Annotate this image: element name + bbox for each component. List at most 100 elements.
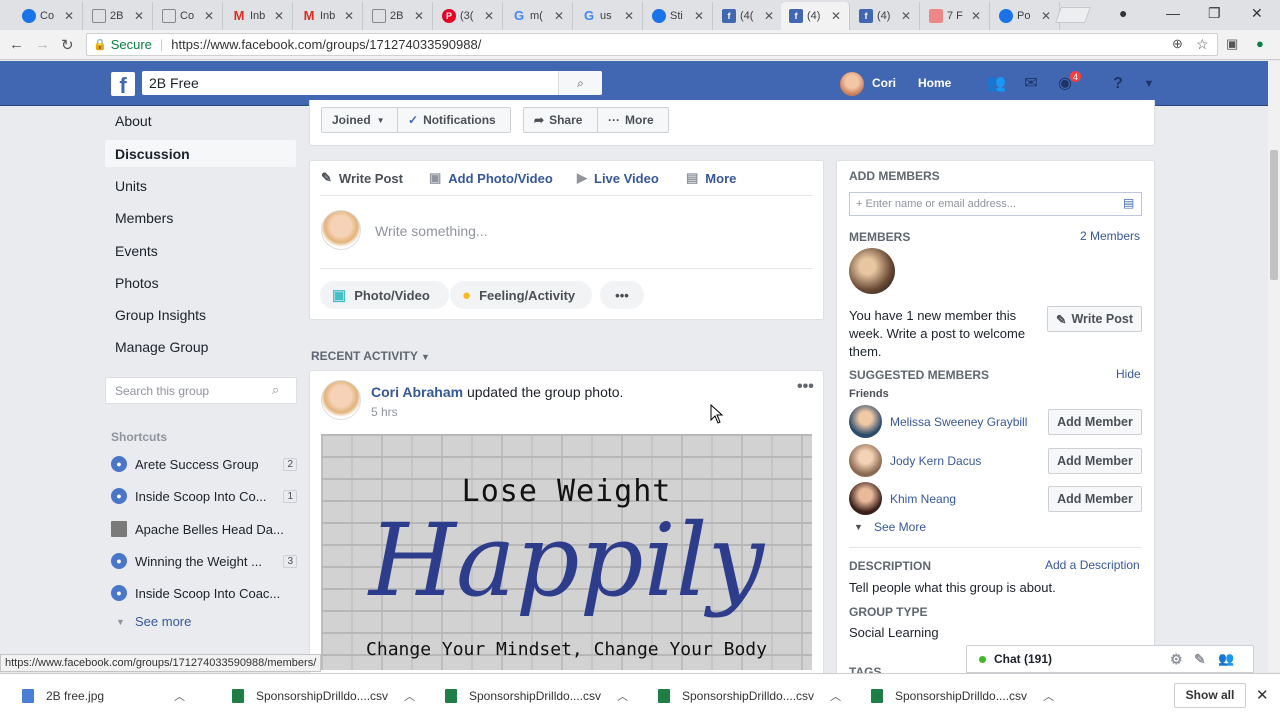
bookmark-star-icon[interactable]: ☆ <box>1196 36 1209 53</box>
home-link[interactable]: Home <box>918 76 951 90</box>
browser-tab[interactable]: Gm(✕ <box>504 2 573 30</box>
maximize-icon[interactable]: ❐ <box>1208 5 1221 22</box>
close-icon[interactable]: ✕ <box>1256 686 1269 704</box>
avatar[interactable] <box>849 405 882 438</box>
shortcut-item[interactable]: Apache Belles Head Da... <box>111 520 297 538</box>
close-icon[interactable]: ✕ <box>204 9 218 23</box>
show-all-downloads-button[interactable]: Show all <box>1174 683 1246 708</box>
browser-tab[interactable]: P (3(✕ <box>434 2 503 30</box>
nav-discussion[interactable]: Discussion <box>115 146 190 162</box>
close-icon[interactable]: ✕ <box>344 9 358 23</box>
nav-members[interactable]: Members <box>115 210 173 226</box>
download-item[interactable]: 2B free.jpg ︿ <box>22 688 185 704</box>
avatar[interactable] <box>849 482 882 515</box>
scrollbar-thumb[interactable] <box>1270 150 1278 280</box>
shortcut-item[interactable]: ● Inside Scoop Into Co... 1 <box>111 487 297 505</box>
avatar[interactable] <box>321 380 361 420</box>
nav-manage-group[interactable]: Manage Group <box>115 339 208 355</box>
profile-icon[interactable]: ● <box>1119 5 1127 21</box>
close-icon[interactable]: ✕ <box>764 9 778 23</box>
nav-photos[interactable]: Photos <box>115 275 159 291</box>
close-icon[interactable]: ✕ <box>484 9 498 23</box>
suggested-member-name[interactable]: Melissa Sweeney Graybill <box>890 415 1027 429</box>
nav-group-insights[interactable]: Group Insights <box>115 307 206 323</box>
post-options-icon[interactable]: ••• <box>797 378 814 396</box>
browser-tab[interactable]: M Inb ✕ <box>294 2 363 30</box>
share-button[interactable]: ➦ Share <box>523 107 598 133</box>
browser-tab[interactable]: M Inb ✕ <box>224 2 293 30</box>
download-item[interactable]: SponsorshipDrilldo....csv ︿ <box>232 688 415 704</box>
hide-link[interactable]: Hide <box>1116 367 1141 381</box>
browser-tab[interactable]: Sti ✕ <box>644 2 713 30</box>
facebook-logo-icon[interactable]: f <box>111 72 135 96</box>
browser-tab[interactable]: 2B ✕ <box>364 2 433 30</box>
compose-input[interactable]: Write something... <box>375 223 488 239</box>
members-count-link[interactable]: 2 Members <box>1080 229 1140 243</box>
help-icon[interactable]: ? <box>1107 73 1129 95</box>
member-avatar[interactable] <box>849 248 895 294</box>
fb-search-input[interactable]: 2B Free <box>142 71 602 95</box>
group-cover-photo[interactable]: Lose Weight Happily Change Your Mindset,… <box>321 434 812 670</box>
nav-events[interactable]: Events <box>115 243 158 259</box>
add-member-button[interactable]: Add Member <box>1048 448 1142 474</box>
account-menu-chevron-icon[interactable]: ▼ <box>1138 73 1160 95</box>
browser-tab[interactable]: Gus ✕ <box>574 2 643 30</box>
close-icon[interactable]: ✕ <box>274 9 288 23</box>
browser-tab[interactable]: f (4) ✕ <box>851 2 920 30</box>
create-group-icon[interactable]: 👥 <box>1218 651 1234 667</box>
close-icon[interactable]: ✕ <box>694 9 708 23</box>
chevron-up-icon[interactable]: ︿ <box>404 688 415 704</box>
download-item[interactable]: SponsorshipDrilldo....csv ︿ <box>871 688 1054 704</box>
add-member-button[interactable]: Add Member <box>1048 486 1142 512</box>
close-icon[interactable]: ✕ <box>971 9 985 23</box>
url-bar[interactable]: 🔒 Secure | https://www.facebook.com/grou… <box>86 33 1218 56</box>
nav-units[interactable]: Units <box>115 178 147 194</box>
add-description-link[interactable]: Add a Description <box>1045 558 1140 572</box>
close-icon[interactable]: ✕ <box>901 9 915 23</box>
chevron-up-icon[interactable]: ︿ <box>830 688 841 704</box>
write-post-button[interactable]: ✎ Write Post <box>1047 306 1142 332</box>
close-icon[interactable]: ✕ <box>624 9 638 23</box>
search-icon[interactable]: ⌕ <box>272 382 279 398</box>
live-video-tab[interactable]: ▶ Live Video <box>577 170 659 186</box>
shortcut-item[interactable]: ● Inside Scoop Into Coac... <box>111 584 297 602</box>
nav-about[interactable]: About <box>115 113 152 129</box>
browser-tab[interactable]: f (4(✕ <box>714 2 783 30</box>
more-button[interactable]: ··· More <box>597 107 669 133</box>
browser-tab[interactable]: Co ✕ <box>14 2 83 30</box>
browser-tab[interactable]: Co ✕ <box>154 2 223 30</box>
add-photo-video-tab[interactable]: ▣ Add Photo/Video <box>429 170 553 186</box>
chevron-up-icon[interactable]: ︿ <box>174 688 185 704</box>
chat-bar[interactable]: Chat (191) ⚙ ✎ 👥 <box>966 645 1254 673</box>
forward-icon[interactable]: → <box>35 36 50 53</box>
suggested-member-name[interactable]: Khim Neang <box>890 492 956 506</box>
extension-icon[interactable]: ▣ <box>1226 36 1238 52</box>
close-icon[interactable]: ✕ <box>554 9 568 23</box>
new-tab-button[interactable] <box>1055 7 1091 23</box>
messenger-icon[interactable]: ✉ <box>1020 73 1042 95</box>
see-more-link[interactable]: See more <box>135 614 191 629</box>
more-options-button[interactable]: ••• <box>600 281 644 309</box>
compose-icon[interactable]: ✎ <box>1194 651 1206 668</box>
avatar[interactable] <box>849 444 882 477</box>
browser-tab[interactable]: 7 F ✕ <box>921 2 990 30</box>
browser-tab-active[interactable]: f (4) ✕ <box>781 2 850 30</box>
close-icon[interactable]: ✕ <box>64 9 78 23</box>
address-book-icon[interactable]: ▤ <box>1123 196 1134 210</box>
chevron-up-icon[interactable]: ︿ <box>1043 688 1054 704</box>
zoom-icon[interactable]: ⊕ <box>1172 36 1183 52</box>
notifications-button[interactable]: ✓ Notifications <box>397 107 511 133</box>
feeling-activity-button[interactable]: ● Feeling/Activity <box>450 281 592 309</box>
shortcut-item[interactable]: ● Arete Success Group 2 <box>111 455 297 473</box>
reload-icon[interactable]: ↻ <box>61 36 74 54</box>
photo-video-button[interactable]: ▣ Photo/Video <box>320 281 449 309</box>
group-search-input[interactable]: Search this group <box>105 377 297 404</box>
avatar[interactable] <box>840 72 864 96</box>
back-icon[interactable]: ← <box>9 36 24 53</box>
minimize-icon[interactable]: — <box>1166 5 1180 21</box>
gear-icon[interactable]: ⚙ <box>1170 651 1183 668</box>
close-icon[interactable]: ✕ <box>414 9 428 23</box>
download-item[interactable]: SponsorshipDrilldo....csv ︿ <box>445 688 628 704</box>
post-author-link[interactable]: Cori Abraham <box>371 384 463 400</box>
window-close-icon[interactable]: ✕ <box>1251 5 1263 22</box>
